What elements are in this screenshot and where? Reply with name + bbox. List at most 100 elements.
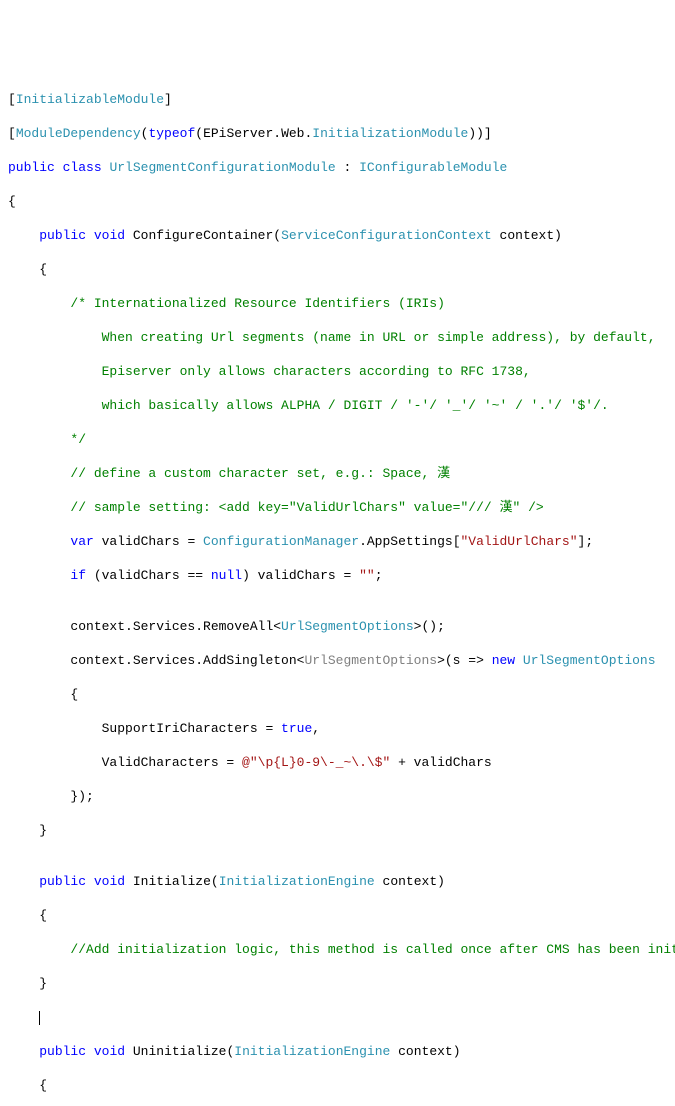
brace: {	[8, 908, 47, 923]
indent	[8, 534, 70, 549]
code-line: });	[8, 788, 667, 805]
text: .AppSettings[	[359, 534, 460, 549]
code-line: context.Services.RemoveAll<UrlSegmentOpt…	[8, 618, 667, 635]
type: ServiceConfigurationContext	[281, 228, 492, 243]
code-line: public void Uninitialize(InitializationE…	[8, 1043, 667, 1060]
code-line: public class UrlSegmentConfigurationModu…	[8, 159, 667, 176]
indent	[8, 568, 70, 583]
punct: [	[8, 126, 16, 141]
text: ValidCharacters =	[8, 755, 242, 770]
brace: {	[8, 1078, 47, 1093]
comment: which basically allows ALPHA / DIGIT / '…	[8, 398, 609, 413]
brace: }	[8, 976, 47, 991]
text	[55, 160, 63, 175]
code-line: var validChars = ConfigurationManager.Ap…	[8, 533, 667, 550]
code-line: {	[8, 907, 667, 924]
text-cursor	[39, 1011, 40, 1025]
text: context)	[375, 874, 445, 889]
attribute-type: ModuleDependency	[16, 126, 141, 141]
text: context.Services.RemoveAll<	[8, 619, 281, 634]
code-line: */	[8, 431, 667, 448]
method-name: Uninitialize(	[125, 1044, 234, 1059]
method-name: Initialize(	[125, 874, 219, 889]
indent	[8, 874, 39, 889]
code-line: {	[8, 686, 667, 703]
indent	[8, 228, 39, 243]
code-line: // define a custom character set, e.g.: …	[8, 465, 667, 482]
text: validChars =	[94, 534, 203, 549]
type: UrlSegmentOptions	[523, 653, 656, 668]
punct: ]	[164, 92, 172, 107]
keyword: typeof	[148, 126, 195, 141]
brace: {	[8, 194, 16, 209]
code-line: {	[8, 261, 667, 278]
punct: ];	[578, 534, 594, 549]
class-name: UrlSegmentConfigurationModule	[109, 160, 335, 175]
code-line: }	[8, 975, 667, 992]
text	[515, 653, 523, 668]
code-line: if (validChars == null) validChars = "";	[8, 567, 667, 584]
keyword: void	[94, 874, 125, 889]
keyword: var	[70, 534, 93, 549]
text	[86, 228, 94, 243]
code-line: which basically allows ALPHA / DIGIT / '…	[8, 397, 667, 414]
code-line: When creating Url segments (name in URL …	[8, 329, 667, 346]
keyword: void	[94, 1044, 125, 1059]
text: (validChars ==	[86, 568, 211, 583]
text: context)	[492, 228, 562, 243]
keyword: public	[39, 228, 86, 243]
keyword: class	[63, 160, 102, 175]
code-block: [InitializableModule] [ModuleDependency(…	[8, 74, 667, 1106]
code-line: public void Initialize(InitializationEng…	[8, 873, 667, 890]
text: (EPiServer.Web.	[195, 126, 312, 141]
punct: >();	[414, 619, 445, 634]
code-line: [InitializableModule]	[8, 91, 667, 108]
comment: */	[8, 432, 86, 447]
indent	[8, 1010, 39, 1025]
string: ""	[359, 568, 375, 583]
indent	[8, 466, 70, 481]
code-line: SupportIriCharacters = true,	[8, 720, 667, 737]
keyword: void	[94, 228, 125, 243]
keyword: public	[8, 160, 55, 175]
text: SupportIriCharacters =	[8, 721, 281, 736]
method-name: ConfigureContainer(	[125, 228, 281, 243]
indent	[8, 1044, 39, 1059]
code-line: [ModuleDependency(typeof(EPiServer.Web.I…	[8, 125, 667, 142]
indent	[8, 942, 70, 957]
text: context)	[390, 1044, 460, 1059]
type: InitializationEngine	[219, 874, 375, 889]
string: @"\p{L}0-9\-_~\.\$"	[242, 755, 390, 770]
code-line: Episerver only allows characters accordi…	[8, 363, 667, 380]
code-line	[8, 1009, 667, 1026]
comment: /* Internationalized Resource Identifier…	[70, 296, 444, 311]
text	[86, 1044, 94, 1059]
type: ConfigurationManager	[203, 534, 359, 549]
keyword: public	[39, 1044, 86, 1059]
code-line: context.Services.AddSingleton<UrlSegment…	[8, 652, 667, 669]
attribute-type: InitializableModule	[16, 92, 164, 107]
indent	[8, 296, 70, 311]
code-line: }	[8, 822, 667, 839]
keyword: true	[281, 721, 312, 736]
keyword: public	[39, 874, 86, 889]
comment: Episerver only allows characters accordi…	[8, 364, 531, 379]
brace: {	[8, 687, 78, 702]
brace: }	[8, 823, 47, 838]
punct: :	[336, 160, 359, 175]
brace: {	[8, 262, 47, 277]
text: });	[8, 789, 94, 804]
string: "ValidUrlChars"	[461, 534, 578, 549]
type: InitializationModule	[312, 126, 468, 141]
indent	[8, 500, 70, 515]
type: InitializationEngine	[234, 1044, 390, 1059]
text	[86, 874, 94, 889]
comment: //Add initialization logic, this method …	[70, 942, 675, 957]
text: >(s =>	[437, 653, 492, 668]
punct: ,	[312, 721, 320, 736]
code-line: {	[8, 193, 667, 210]
text: ) validChars =	[242, 568, 359, 583]
comment: // sample setting: <add key="ValidUrlCha…	[70, 500, 543, 515]
code-line: //Add initialization logic, this method …	[8, 941, 667, 958]
keyword: if	[70, 568, 86, 583]
